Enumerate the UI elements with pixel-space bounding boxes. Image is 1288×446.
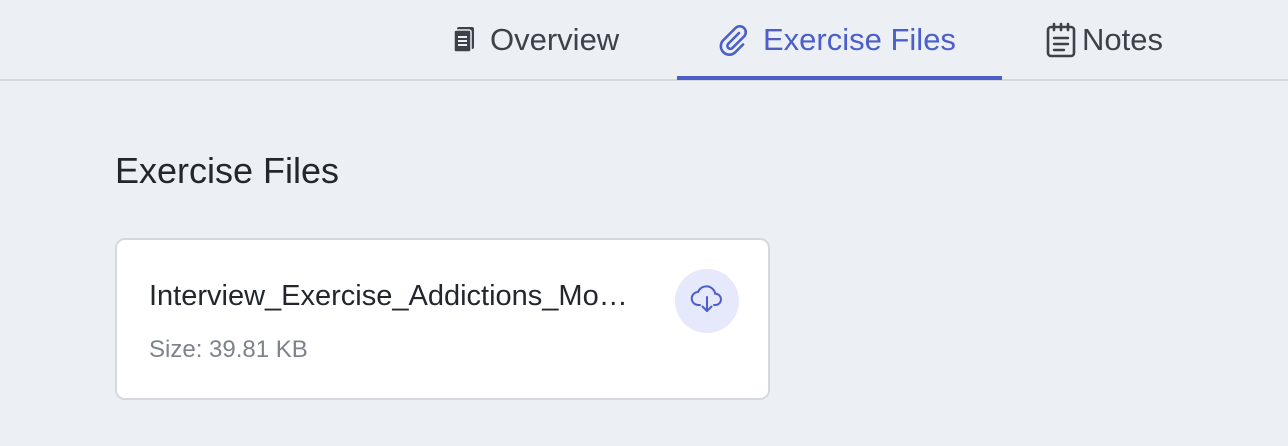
tab-bar: Overview Exercise Files Notes [0, 0, 1288, 81]
tab-exercise-files-label: Exercise Files [763, 21, 956, 57]
file-card[interactable]: Interview_Exercise_Addictions_Module.doc… [115, 238, 770, 400]
cloud-download-icon [690, 284, 724, 319]
file-name[interactable]: Interview_Exercise_Addictions_Module.doc… [149, 280, 639, 313]
paperclip-icon [717, 24, 749, 56]
tab-notes[interactable]: Notes [1046, 0, 1163, 79]
notepad-icon [1046, 22, 1076, 58]
tab-overview-label: Overview [490, 21, 620, 57]
section-title: Exercise Files [115, 150, 340, 191]
tab-notes-label: Notes [1082, 21, 1163, 57]
document-icon [452, 26, 476, 54]
active-tab-indicator [677, 76, 1002, 80]
file-size: Size: 39.81 KB [149, 336, 308, 363]
download-button[interactable] [675, 269, 739, 333]
tab-overview[interactable]: Overview [452, 0, 619, 79]
tab-exercise-files[interactable]: Exercise Files [717, 0, 956, 79]
